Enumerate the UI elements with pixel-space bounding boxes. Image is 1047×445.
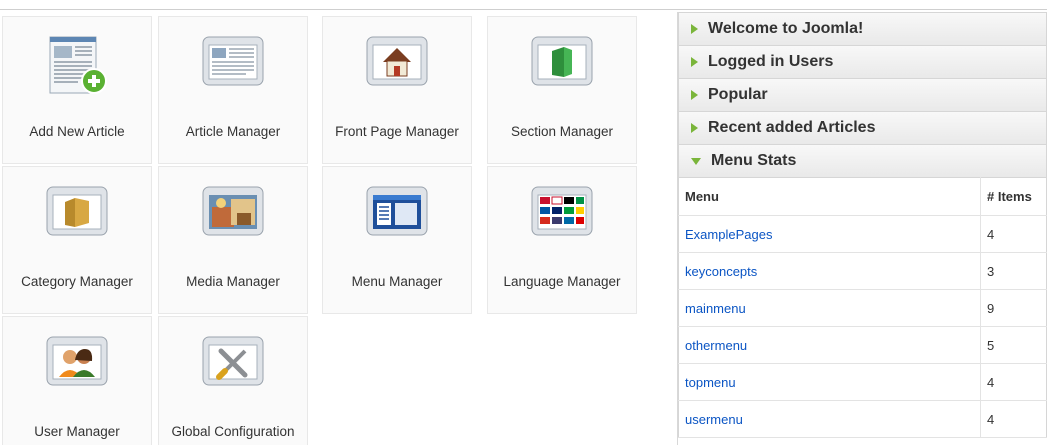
window-top-border [0, 0, 1047, 10]
item-count: 4 [980, 400, 1047, 438]
menu-link[interactable]: keyconcepts [685, 264, 757, 279]
panel-menu-stats-header[interactable]: Menu Stats [678, 144, 1047, 177]
collapse-arrow-icon [691, 157, 701, 165]
add-article-icon [3, 35, 151, 95]
menu-link[interactable]: ExamplePages [685, 227, 772, 242]
media-icon [159, 185, 307, 245]
tile-label: Menu Manager [351, 274, 443, 289]
panel-recent-articles-header[interactable]: Recent added Articles [678, 111, 1047, 144]
expand-arrow-icon [691, 24, 698, 34]
panel-title: Recent added Articles [708, 119, 876, 136]
tile-label: Article Manager [185, 124, 281, 139]
control-panel-icons: Add New Article Article Manager Front Pa… [0, 12, 660, 445]
table-row: usermenu 4 [678, 400, 1047, 438]
menu-stats-table: Menu # Items ExamplePages 4 keyconcepts … [678, 177, 1047, 438]
article-manager-icon [159, 35, 307, 95]
table-row: keyconcepts 3 [678, 252, 1047, 290]
category-manager-button[interactable]: Category Manager [2, 166, 152, 314]
module-sidebar: Welcome to Joomla! Logged in Users Popul… [677, 12, 1047, 445]
item-count: 4 [980, 363, 1047, 401]
language-manager-button[interactable]: Language Manager [487, 166, 637, 314]
language-flags-icon [488, 185, 636, 245]
menu-link[interactable]: othermenu [685, 338, 747, 353]
article-manager-button[interactable]: Article Manager [158, 16, 308, 164]
tools-icon [159, 335, 307, 395]
table-header-row: Menu # Items [678, 177, 1047, 216]
expand-arrow-icon [691, 90, 698, 100]
menu-manager-button[interactable]: Menu Manager [322, 166, 472, 314]
menu-link[interactable]: mainmenu [685, 301, 746, 316]
tile-label: Front Page Manager [335, 124, 459, 139]
expand-arrow-icon [691, 57, 698, 67]
users-icon [3, 335, 151, 395]
panel-popular-header[interactable]: Popular [678, 78, 1047, 111]
tile-label: Global Configuration [171, 424, 295, 439]
menu-link[interactable]: topmenu [685, 375, 736, 390]
panel-title: Popular [708, 86, 768, 103]
panel-logged-in-users-header[interactable]: Logged in Users [678, 45, 1047, 78]
home-icon [323, 35, 471, 95]
section-manager-button[interactable]: Section Manager [487, 16, 637, 164]
tile-label: User Manager [34, 424, 120, 439]
panel-title: Menu Stats [711, 152, 797, 169]
user-manager-button[interactable]: User Manager [2, 316, 152, 445]
table-row: ExamplePages 4 [678, 215, 1047, 253]
front-page-manager-button[interactable]: Front Page Manager [322, 16, 472, 164]
item-count: 3 [980, 252, 1047, 290]
add-new-article-button[interactable]: Add New Article [2, 16, 152, 164]
tile-label: Media Manager [186, 274, 280, 289]
global-configuration-button[interactable]: Global Configuration [158, 316, 308, 445]
item-count: 4 [980, 215, 1047, 253]
table-row: mainmenu 9 [678, 289, 1047, 327]
tile-label: Category Manager [21, 274, 133, 289]
item-count: 9 [980, 289, 1047, 327]
item-count: 5 [980, 326, 1047, 364]
panel-title: Logged in Users [708, 53, 834, 70]
expand-arrow-icon [691, 123, 698, 133]
table-row: othermenu 5 [678, 326, 1047, 364]
menu-icon [323, 185, 471, 245]
tile-label: Language Manager [503, 274, 621, 289]
column-header-menu: Menu [678, 177, 981, 216]
tile-label: Add New Article [29, 124, 125, 139]
panel-title: Welcome to Joomla! [708, 20, 864, 37]
category-icon [3, 185, 151, 245]
panel-welcome-header[interactable]: Welcome to Joomla! [678, 12, 1047, 45]
column-header-items: # Items [980, 177, 1047, 216]
media-manager-button[interactable]: Media Manager [158, 166, 308, 314]
menu-link[interactable]: usermenu [685, 412, 743, 427]
tile-label: Section Manager [510, 124, 614, 139]
table-row: topmenu 4 [678, 363, 1047, 401]
section-icon [488, 35, 636, 95]
